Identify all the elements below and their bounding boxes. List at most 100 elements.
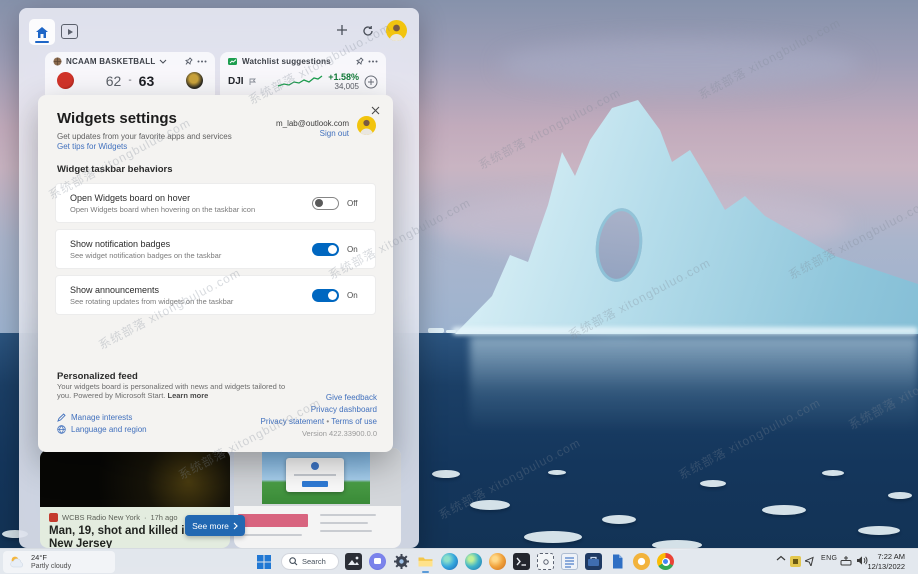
taskbar-app-edge[interactable] [441,553,458,570]
privacy-dashboard-link[interactable]: Privacy dashboard [311,405,377,414]
language-indicator[interactable]: ENG [821,555,837,562]
team-logo-right [186,72,203,89]
distant-ice [428,328,444,333]
personalized-feed-body: Your widgets board is personalized with … [57,382,287,401]
chevron-right-icon [233,522,238,530]
play-icon [68,29,73,35]
give-feedback-link[interactable]: Give feedback [326,393,377,402]
toggle-state: On [347,245,361,254]
news-source: WCBS Radio New York [62,513,140,522]
news-time: 17h ago [150,513,177,522]
learn-more-link[interactable]: Learn more [167,391,208,400]
toggle-state: Off [347,199,361,208]
see-more-button[interactable]: See more [185,515,245,536]
news-dot: · [144,513,147,522]
start-button[interactable] [256,554,272,570]
announcements-toggle[interactable] [312,289,339,302]
account-avatar[interactable] [357,116,376,135]
news-thumbnail-2 [234,448,401,506]
setting-row-announcements: Show announcements See rotating updates … [55,275,376,315]
language-region-link[interactable]: Language and region [57,425,147,434]
refresh-icon [362,25,374,37]
ice-chunk [524,531,582,543]
setting-row-notification-badges: Show notification badges See widget noti… [55,229,376,269]
close-icon [371,106,380,115]
profile-avatar[interactable] [386,20,407,41]
manage-interests-label: Manage interests [71,413,132,422]
taskbar-app-snipping-tool[interactable] [537,553,554,570]
clock-date: 12/13/2022 [867,562,905,572]
taskbar-app-orange[interactable] [633,553,650,570]
taskbar-app-word[interactable] [609,553,626,570]
hidden-icons-chevron[interactable] [776,555,786,562]
waterline-foam [452,327,918,335]
widgets-home-button[interactable] [29,19,55,45]
news-source-logo [49,513,58,522]
watchlist-widget-title: Watchlist suggestions [242,57,331,66]
touch-keyboard-icon[interactable] [840,555,852,566]
taskbar-app-terminal[interactable] [513,553,530,570]
setting-label: Show notification badges [70,239,312,249]
basketball-icon [53,57,62,66]
taskbar-app-teams[interactable] [369,553,386,570]
chevron-down-icon[interactable] [159,59,167,64]
stock-sparkline [277,74,323,89]
partly-cloudy-icon [9,555,26,569]
link-separator: • [326,417,329,426]
taskbar-app-edge-canary[interactable] [489,553,506,570]
weather-condition: Partly cloudy [31,562,71,571]
tray-cursor-icon[interactable] [805,555,816,566]
taskbar-app-photos[interactable] [345,553,362,570]
stock-flag-icon [249,78,257,86]
news-card-2[interactable] [234,448,401,548]
taskbar-weather-widget[interactable]: 24°F Partly cloudy [3,551,115,573]
taskbar-app-edge-beta[interactable] [465,553,482,570]
widgets-settings-dialog: Widgets settings Get updates from your f… [38,95,393,452]
setting-label: Show announcements [70,285,312,295]
manage-interests-link[interactable]: Manage interests [57,413,132,422]
taskbar-app-settings[interactable] [393,553,410,570]
taskbar-clock[interactable]: 7:22 AM 12/13/2022 [867,552,905,572]
open-on-hover-toggle[interactable] [312,197,339,210]
volume-icon[interactable] [856,555,868,566]
setting-label: Open Widgets board on hover [70,193,312,203]
news-thumbnail [40,450,230,507]
privacy-terms-row: Privacy statement • Terms of use [261,417,378,426]
add-widget-button[interactable] [333,21,351,39]
taskbar-app-file-explorer[interactable] [417,553,434,570]
pin-icon[interactable] [356,57,364,66]
pencil-icon [57,413,66,422]
setting-description: See rotating updates from widgets on the… [70,297,312,306]
taskbar-app-toolbox[interactable] [585,553,602,570]
add-to-watchlist-button[interactable] [364,75,378,89]
pin-icon[interactable] [185,57,193,66]
setting-description: Open Widgets board when hovering on the … [70,205,312,214]
tray-app-icon[interactable] [790,556,801,567]
notification-badges-toggle[interactable] [312,243,339,256]
get-tips-link[interactable]: Get tips for Widgets [57,142,127,151]
more-options-icon[interactable] [197,60,207,63]
version-text: Version 422.33900.0.0 [302,429,377,438]
ice-chunk [700,480,726,487]
dialog-title: Widgets settings [57,110,177,127]
taskbar-app-notepad[interactable] [561,553,578,570]
terms-of-use-link[interactable]: Terms of use [331,417,377,426]
ice-chunk [858,526,900,535]
personalized-feed-title: Personalized feed [57,371,138,382]
language-region-label: Language and region [71,425,147,434]
stock-value: 34,005 [335,82,359,91]
more-options-icon[interactable] [368,60,378,63]
ice-chunk [888,492,912,499]
sign-out-link[interactable]: Sign out [320,129,349,138]
taskbar-search-box[interactable]: Search [281,553,339,570]
avatar-person-icon [386,20,407,41]
dialog-subtitle: Get updates from your favorite apps and … [57,132,232,141]
search-label: Search [302,557,326,566]
score-right: 63 [139,73,155,89]
refresh-button[interactable] [359,22,377,40]
privacy-statement-link[interactable]: Privacy statement [261,417,325,426]
widgets-board-tab-button[interactable] [61,24,78,39]
iceberg-reflection [470,336,918,432]
ice-chunk [822,470,844,476]
taskbar-app-chrome[interactable] [657,553,674,570]
